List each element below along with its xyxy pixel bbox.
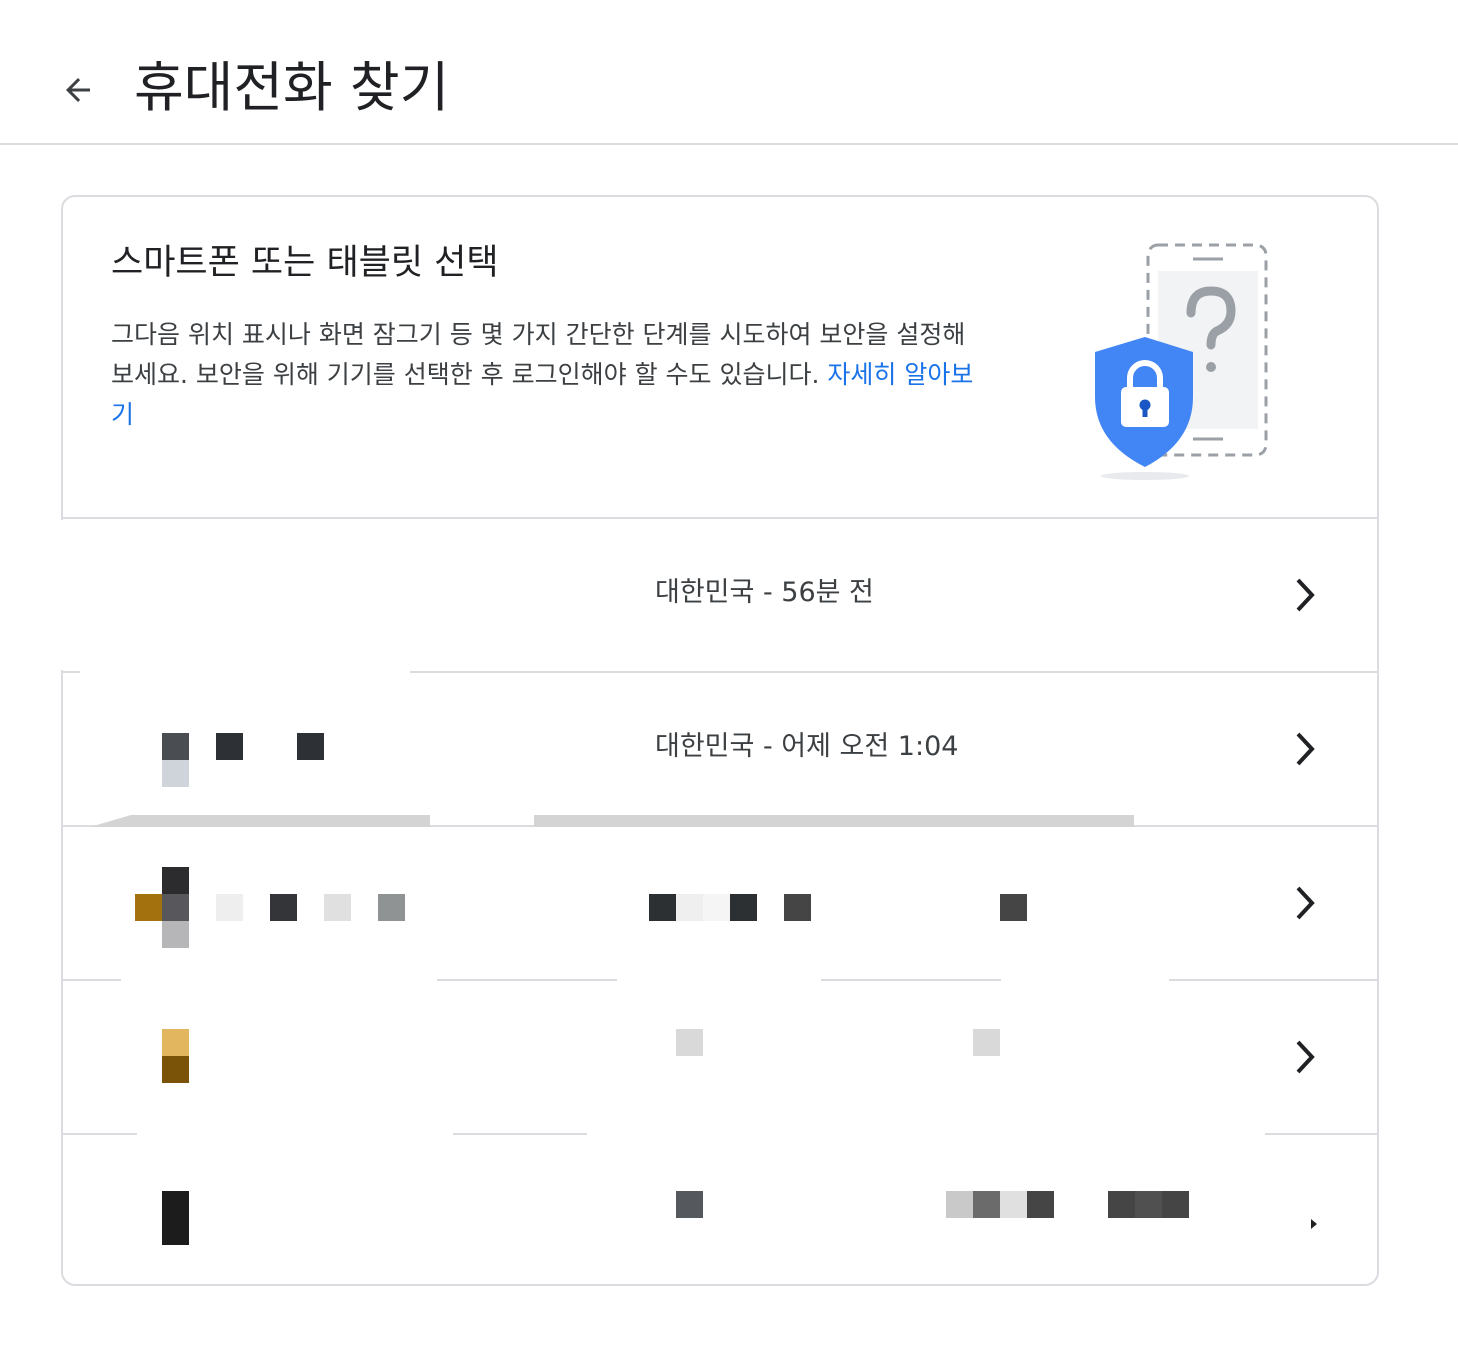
redaction-mask [137,1131,453,1139]
device-select-card: 스마트폰 또는 태블릿 선택 그다음 위치 표시나 화면 잠그기 등 몇 가지 … [61,195,1379,1286]
redaction-mask [1153,1280,1263,1284]
redaction-mask [58,520,498,670]
device-row[interactable] [63,815,1377,979]
device-row[interactable]: 대한민국 - 어제 오전 1:04 [63,671,1377,825]
arrow-back-icon [66,78,90,102]
device-row[interactable] [63,977,1377,1133]
intro-title: 스마트폰 또는 태블릿 선택 [111,243,499,283]
app-header: 휴대전화 찾기 [0,0,1458,145]
device-status: 대한민국 - 56분 전 [655,577,874,608]
redaction-mask [587,1131,1265,1139]
chevron-right-icon[interactable] [1285,725,1325,773]
redaction-mask [617,977,821,985]
redaction-mask [121,977,437,985]
redaction-mask [534,815,1134,827]
chevron-right-icon[interactable] [1285,1187,1325,1235]
chevron-right-icon[interactable] [1285,879,1325,927]
back-button[interactable] [50,62,106,118]
redaction-mask [90,815,430,827]
device-row[interactable] [63,1131,1377,1284]
page-title: 휴대전화 찾기 [134,56,450,119]
redaction-mask [153,1280,533,1284]
chevron-right-icon[interactable] [1285,571,1325,619]
device-status: 대한민국 - 어제 오전 1:04 [655,731,959,762]
redaction-mask [80,660,410,674]
phone-security-shield-icon [1095,243,1268,480]
intro-description: 그다음 위치 표시나 화면 잠그기 등 몇 가지 간단한 단계를 시도하여 보안… [111,315,991,435]
redaction-mask [1001,977,1169,985]
chevron-right-icon[interactable] [1285,1033,1325,1081]
